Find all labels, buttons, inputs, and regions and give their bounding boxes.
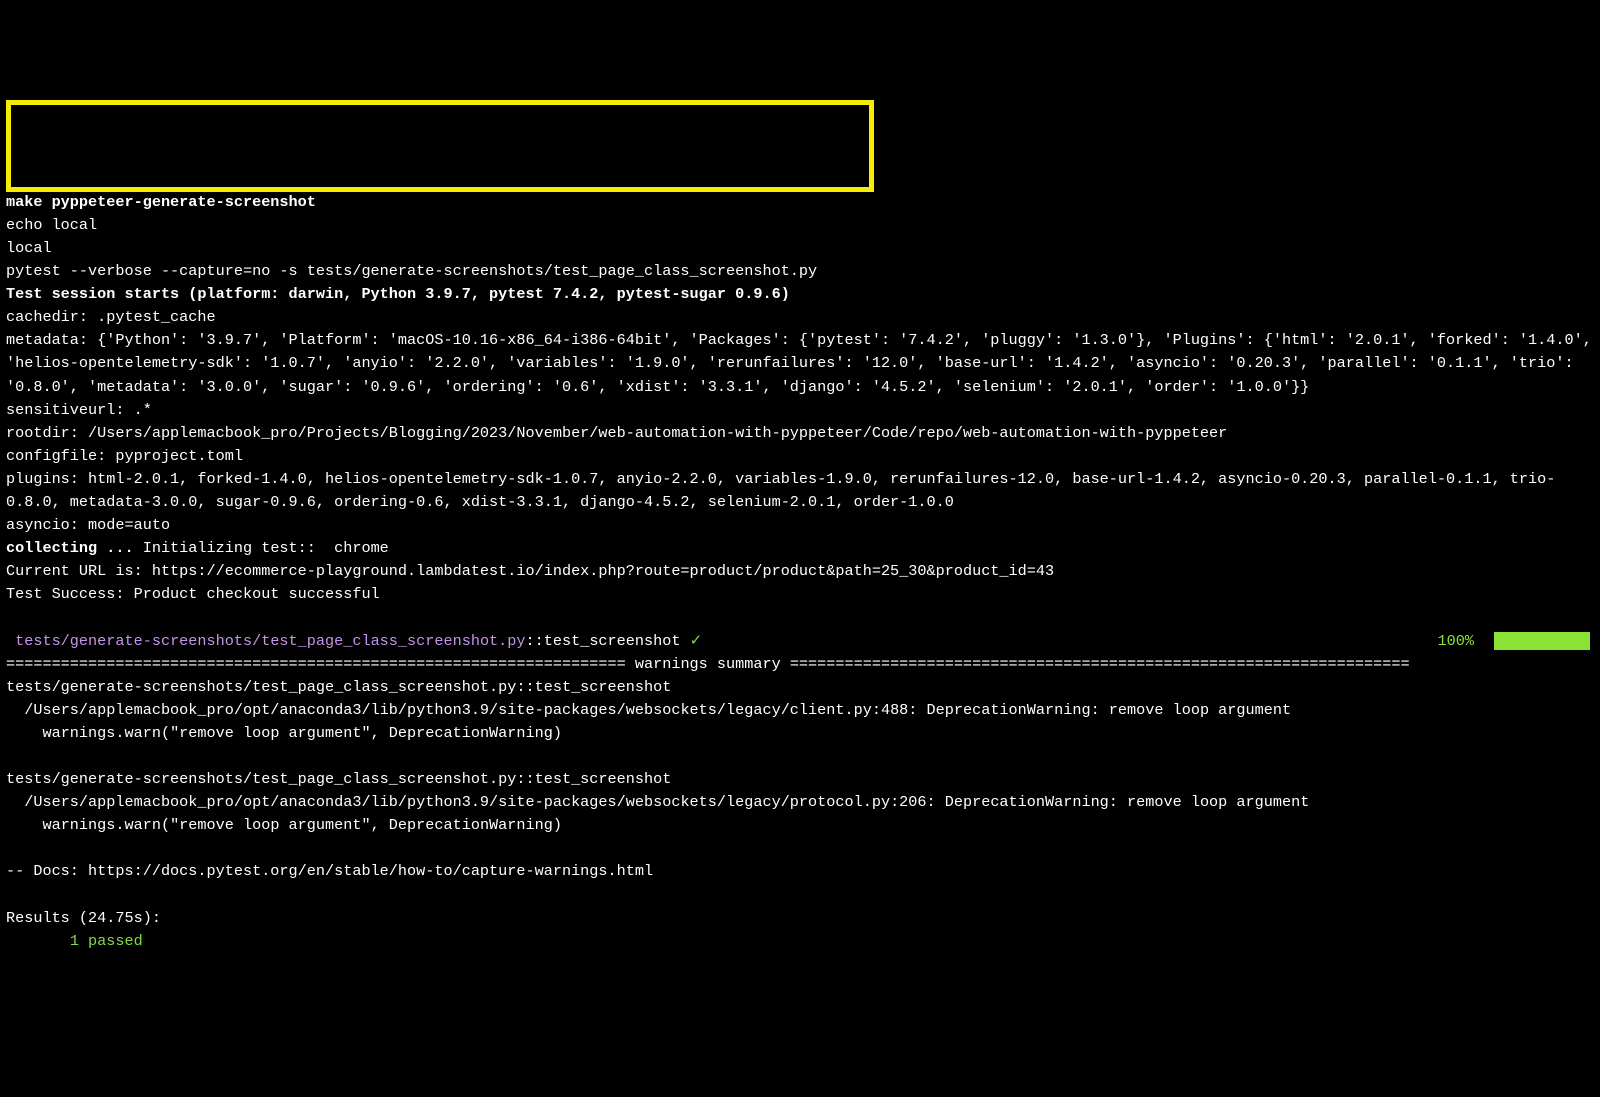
- test-path: tests/generate-screenshots/test_page_cla…: [6, 632, 526, 650]
- echo-command: echo local: [6, 214, 1594, 237]
- divider-left: ========================================…: [6, 655, 635, 673]
- warning-1-code: warnings.warn("remove loop argument", De…: [6, 722, 1594, 745]
- warning-2-header: tests/generate-screenshots/test_page_cla…: [6, 768, 1594, 791]
- test-result-line: tests/generate-screenshots/test_page_cla…: [6, 630, 1594, 653]
- sensitiveurl-line: sensitiveurl: .*: [6, 399, 1594, 422]
- divider-right: ========================================…: [781, 655, 1410, 673]
- configfile-line: configfile: pyproject.toml: [6, 445, 1594, 468]
- initializing-text: Initializing test:: chrome: [143, 539, 389, 557]
- make-command: make pyppeteer-generate-screenshot: [6, 191, 1594, 214]
- blank-line-2: [6, 745, 1594, 768]
- warning-2-location: /Users/applemacbook_pro/opt/anaconda3/li…: [6, 791, 1594, 814]
- test-success-line: Test Success: Product checkout successfu…: [6, 583, 1594, 606]
- progress-bar: [1494, 632, 1590, 650]
- session-header: Test session starts (platform: darwin, P…: [6, 283, 1594, 306]
- warnings-divider: ========================================…: [6, 653, 1594, 676]
- rootdir-line: rootdir: /Users/applemacbook_pro/Project…: [6, 422, 1594, 445]
- blank-line-3: [6, 837, 1594, 860]
- collecting-line: collecting ... Initializing test:: chrom…: [6, 537, 1594, 560]
- docs-link-line: -- Docs: https://docs.pytest.org/en/stab…: [6, 860, 1594, 883]
- pytest-command: pytest --verbose --capture=no -s tests/g…: [6, 260, 1594, 283]
- echo-output: local: [6, 237, 1594, 260]
- warnings-title: warnings summary: [635, 655, 781, 673]
- terminal-output[interactable]: make pyppeteer-generate-screenshotecho l…: [6, 98, 1594, 976]
- test-separator: ::: [526, 632, 544, 650]
- checkmark-icon: ✓: [690, 632, 703, 650]
- collecting-label: collecting ...: [6, 539, 143, 557]
- warning-1-location: /Users/applemacbook_pro/opt/anaconda3/li…: [6, 699, 1594, 722]
- plugins-line: plugins: html-2.0.1, forked-1.4.0, helio…: [6, 468, 1594, 514]
- asyncio-line: asyncio: mode=auto: [6, 514, 1594, 537]
- warning-2-code: warnings.warn("remove loop argument", De…: [6, 814, 1594, 837]
- passed-count: 1 passed: [6, 930, 1594, 953]
- current-url-line: Current URL is: https://ecommerce-playgr…: [6, 560, 1594, 583]
- command-highlight-box: [6, 100, 874, 192]
- blank-line-4: [6, 884, 1594, 907]
- test-name: test_screenshot: [544, 632, 681, 650]
- metadata-line: metadata: {'Python': '3.9.7', 'Platform'…: [6, 329, 1594, 398]
- warning-1-header: tests/generate-screenshots/test_page_cla…: [6, 676, 1594, 699]
- results-header: Results (24.75s):: [6, 907, 1594, 930]
- cachedir-line: cachedir: .pytest_cache: [6, 306, 1594, 329]
- blank-line: [6, 606, 1594, 629]
- progress-percent: 100%: [1438, 630, 1474, 653]
